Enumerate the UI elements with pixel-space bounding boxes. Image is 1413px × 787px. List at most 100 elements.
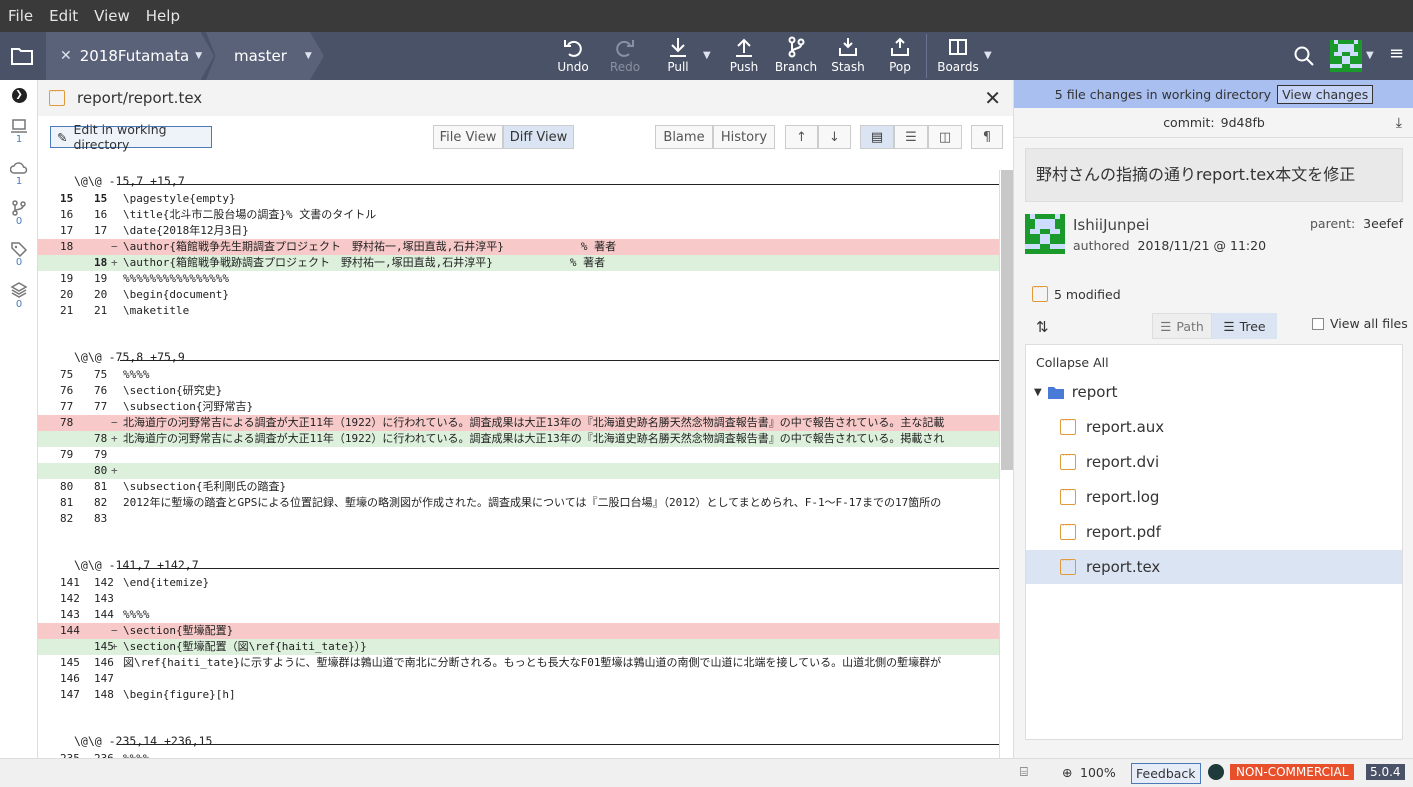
rail-tags[interactable]: 0 [0,241,38,268]
tree-folder-report[interactable]: ▼ report [1026,375,1402,409]
pull-options-icon[interactable]: ▼ [703,50,711,61]
view-all-files-checkbox[interactable] [1312,317,1324,330]
stash-button[interactable]: Stash [824,36,872,76]
tree-file-report-aux[interactable]: report.aux [1026,410,1402,444]
diff-line[interactable]: 82 83 [38,511,999,527]
diff-line[interactable]: 76 76 \section{研究史} [38,383,999,399]
rail-stashes[interactable]: 0 [0,281,38,310]
edit-in-working-directory-button[interactable]: ✎ Edit in working directory [50,122,212,152]
diff-line[interactable]: 143 144%%%% [38,607,999,623]
close-icon[interactable]: ✕ [984,86,1001,110]
split-view-button[interactable]: ◫ [928,125,962,149]
redo-button[interactable]: Redo [601,36,649,76]
hunk-header: \@\@ -15,7 +15,7 [74,174,185,188]
tree-view-button[interactable]: ☰ Tree [1212,313,1277,339]
gift-icon[interactable]: ⌸ [1020,765,1028,780]
tree-file-report-log[interactable]: report.log [1026,480,1402,514]
download-icon[interactable]: ⤓ [1396,115,1402,131]
repo-tab[interactable]: ✕ 2018Futamata ▼ [46,32,214,80]
diff-line[interactable]: 17 17 \date{2018年12月3日} [38,223,999,239]
next-change-button[interactable]: ↓ [818,125,851,149]
rail-pull-requests[interactable]: 0 [0,200,38,227]
pull-button[interactable]: Pull [654,36,702,76]
feedback-button[interactable]: Feedback [1131,763,1201,784]
file-path: report/report.tex [77,89,203,107]
branch-button[interactable]: Branch [772,36,820,76]
branch-tab[interactable]: master ▼ [206,32,324,80]
user-avatar[interactable] [1330,40,1362,72]
diff-line[interactable]: 142 143 [38,591,999,607]
diff-line[interactable]: 15 15 \pagestyle{empty} [38,191,999,207]
parent-hash[interactable]: 3eefef [1363,216,1403,231]
view-all-files[interactable]: View all files [1312,316,1408,331]
zoom-level[interactable]: 100% [1080,765,1116,780]
diff-code: \begin{document} [123,288,229,301]
diff-line[interactable]: 75 75%%%% [38,367,999,383]
diff-line-removed[interactable]: 144 − \section{塹壕配置} [38,623,999,639]
tree-file-report-pdf[interactable]: report.pdf [1026,515,1402,549]
expand-rail-button[interactable]: ❯ [0,88,38,103]
diff-line[interactable]: 147 148 \begin{figure}[h] [38,687,999,703]
commit-label: commit: [1163,115,1215,130]
diff-line[interactable]: 79 79 [38,447,999,463]
laptop-icon [11,119,27,133]
menu-view[interactable]: View [94,7,130,25]
path-view-button[interactable]: ☰ Path [1152,313,1212,339]
inline-view-button[interactable]: ☰ [894,125,928,149]
tree-icon: ☰ [1223,318,1235,334]
diff-line-added[interactable]: 78 + 北海道庁の河野常吉による調査が大正11年（1922）に行われている。調査成… [38,431,999,447]
diff-line[interactable]: 19 19%%%%%%%%%%%%%%%% [38,271,999,287]
whitespace-button[interactable]: ¶ [971,125,1003,149]
menu-help[interactable]: Help [146,7,180,25]
file-view-button[interactable]: File View [433,125,503,149]
diff-line[interactable]: 81 82 2012年に塹壕の踏査とGPSによる位置記録、塹壕の略測図が作成された。… [38,495,999,511]
menu-file[interactable]: File [8,7,33,25]
search-icon[interactable] [1293,45,1315,67]
boards-button[interactable]: Boards [934,36,982,76]
pop-button[interactable]: Pop [876,36,924,76]
folder-icon[interactable] [10,46,34,66]
diff-scrollbar[interactable] [999,170,1013,758]
hunk-view-button[interactable]: ▤ [860,125,894,149]
diff-line-added[interactable]: 145 + \section{塹壕配置（図\ref{haiti_tate}）} [38,639,999,655]
sort-icon[interactable]: ⇅ [1036,318,1049,336]
blame-button[interactable]: Blame [655,125,713,149]
view-changes-button[interactable]: View changes [1277,84,1374,104]
license-badge[interactable]: NON-COMMERCIAL [1230,764,1355,780]
diff-view-button[interactable]: Diff View [503,125,574,149]
collapse-all-button[interactable]: Collapse All [1036,355,1109,370]
diff-line[interactable]: 145 146 図\ref{haiti_tate}に示すように、塹壕群は鶉山道で南北… [38,655,999,671]
prev-change-button[interactable]: ↑ [785,125,818,149]
user-menu-icon[interactable]: ▼ [1366,50,1374,61]
undo-button[interactable]: Undo [549,36,597,76]
tree-file-report-tex[interactable]: report.tex [1026,550,1402,584]
file-tree: Collapse All ▼ report report.aux report.d… [1025,344,1403,740]
diff-line-added[interactable]: 18 + \author{箱館戦争戦跡調査プロジェクト 野村祐一,塚田直哉,石井淳平… [38,255,999,271]
history-button[interactable]: History [713,125,775,149]
menu-edit[interactable]: Edit [49,7,78,25]
diff-line[interactable]: 141 142 \end{itemize} [38,575,999,591]
diff-line-removed[interactable]: 78 − 北海道庁の河野常吉による調査が大正11年（1922）に行われている。調査成… [38,415,999,431]
diff-line[interactable]: 21 21 \maketitle [38,303,999,319]
diff-line[interactable]: 80 81 \subsection{毛利剛氏の踏査} [38,479,999,495]
commit-hash[interactable]: 9d48fb [1221,115,1265,130]
diff-line-removed[interactable]: 18 − \author{箱館戦争先生期調査プロジェクト 野村祐一,塚田直哉,石井淳… [38,239,999,255]
diff-line-added[interactable]: 80 + [38,463,999,479]
rail-remote[interactable]: 1 [0,160,38,187]
diff-line[interactable]: 146 147 [38,671,999,687]
scroll-thumb[interactable] [1001,170,1013,470]
diff-code: \pagestyle{empty} [123,192,236,205]
hamburger-menu-icon[interactable]: ≡ [1389,43,1404,64]
boards-options-icon[interactable]: ▼ [984,50,992,61]
tree-file-report-dvi[interactable]: report.dvi [1026,445,1402,479]
diff-line[interactable]: 235 236%%%% [38,751,999,758]
close-repo-icon[interactable]: ✕ [60,48,72,64]
diff-marker: − [111,624,118,637]
rail-local[interactable]: 1 [0,118,38,145]
diff-line[interactable]: 20 20 \begin{document} [38,287,999,303]
diff-line[interactable]: 77 77 \subsection{河野常吉} [38,399,999,415]
old-line-number: 235 [60,751,80,758]
push-button[interactable]: Push [720,36,768,76]
diff-line[interactable]: 16 16 \title{北斗市二股台場の調査}% 文書のタイトル [38,207,999,223]
caret-down-icon: ▼ [1034,386,1042,398]
